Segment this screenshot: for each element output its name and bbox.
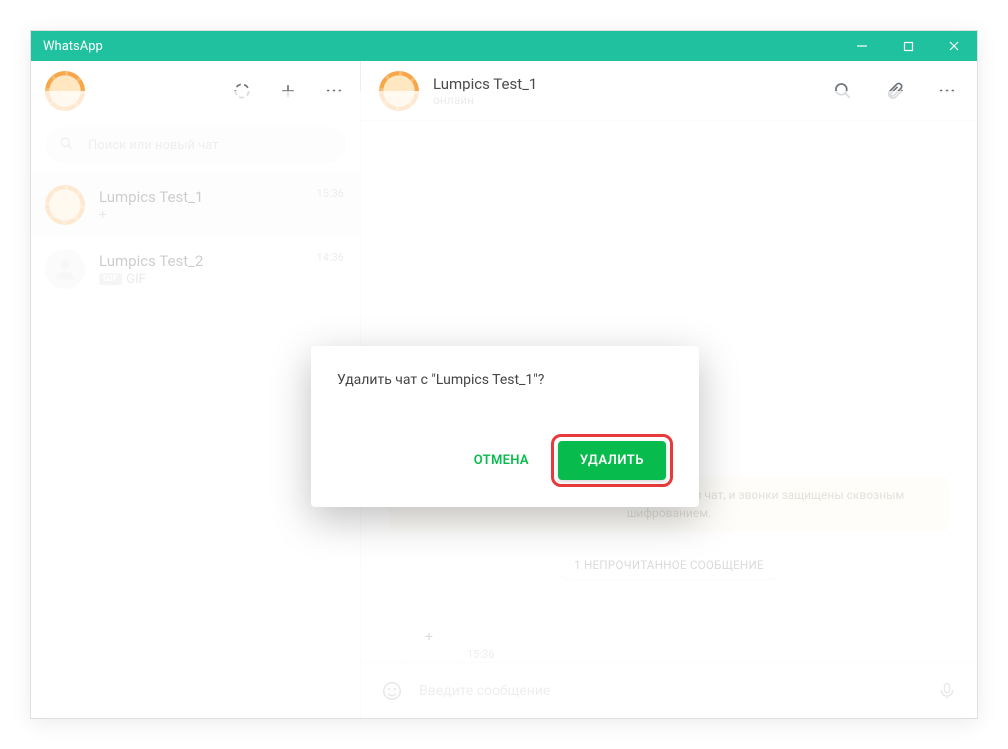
delete-button[interactable]: УДАЛИТЬ <box>558 441 666 480</box>
close-button[interactable] <box>931 31 977 61</box>
window-controls <box>839 31 977 61</box>
minimize-button[interactable] <box>839 31 885 61</box>
titlebar: WhatsApp <box>31 31 977 61</box>
app-body: Lumpics Test_1 + 15:36 Lumpics Test_2 GI… <box>31 61 977 718</box>
app-title: WhatsApp <box>31 39 103 54</box>
maximize-button[interactable] <box>885 31 931 61</box>
contact-name: Lumpics Test_1 <box>433 75 537 93</box>
dialog-message: Удалить чат с "Lumpics Test_1"? <box>337 372 673 388</box>
app-window: WhatsApp <box>30 30 978 719</box>
dialog-actions: ОТМЕНА УДАЛИТЬ <box>337 434 673 487</box>
cancel-button[interactable]: ОТМЕНА <box>468 443 535 478</box>
delete-button-highlight: УДАЛИТЬ <box>551 434 673 487</box>
confirm-dialog: Удалить чат с "Lumpics Test_1"? ОТМЕНА У… <box>311 346 699 507</box>
